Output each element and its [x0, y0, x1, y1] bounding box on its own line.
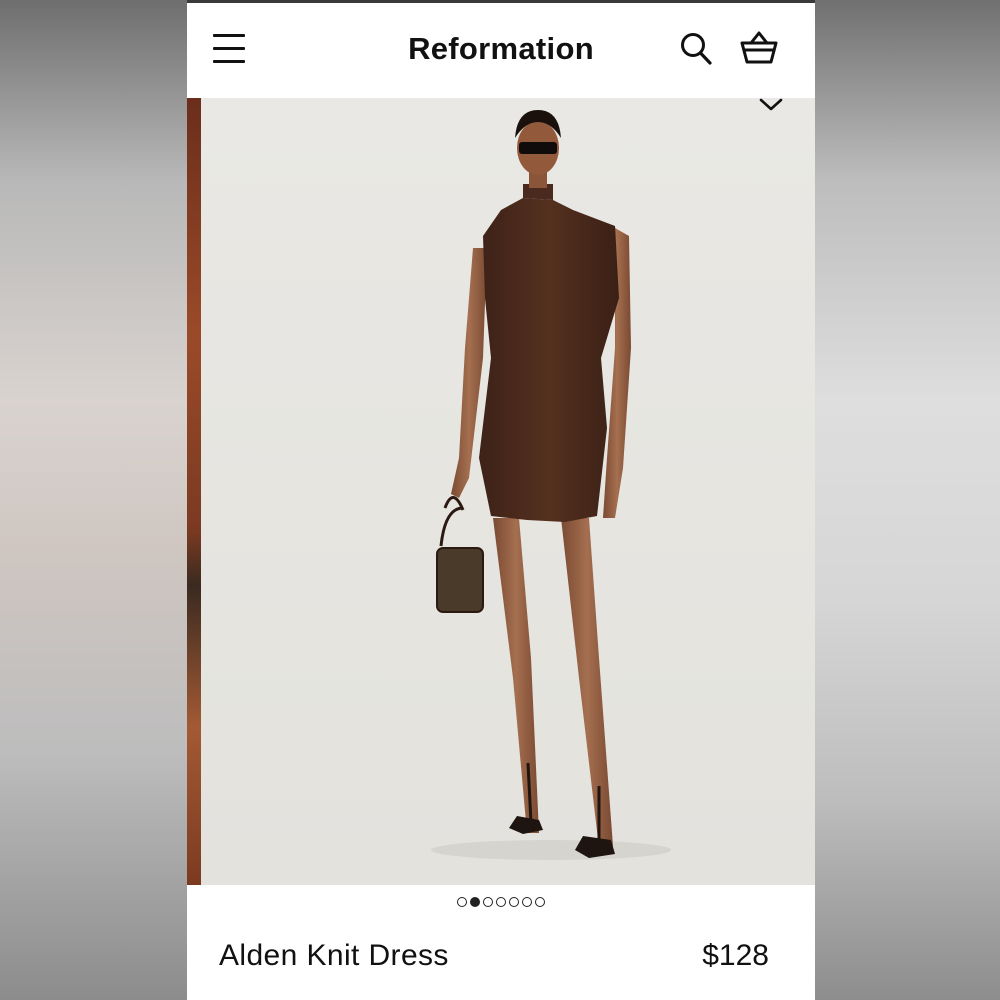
brand-logo[interactable]: Reformation [187, 31, 815, 67]
pagination-dot[interactable] [483, 897, 493, 907]
product-photo[interactable] [201, 98, 815, 885]
product-price: $128 [702, 939, 769, 972]
phone-screen: Reformation Alden Knit Dress $128 [187, 0, 815, 1000]
search-icon[interactable] [679, 31, 713, 67]
background-right-blur [815, 0, 1000, 1000]
pagination-dot[interactable] [522, 897, 532, 907]
gallery-pagination [187, 897, 815, 911]
pagination-dot[interactable] [509, 897, 519, 907]
product-image-gallery[interactable] [187, 98, 815, 885]
site-header: Reformation [187, 3, 815, 98]
pagination-dot[interactable] [496, 897, 506, 907]
pagination-dot[interactable] [470, 897, 480, 907]
background-left-blur [0, 0, 187, 1000]
chevron-down-icon[interactable] [759, 98, 783, 112]
product-name: Alden Knit Dress [219, 939, 449, 972]
pagination-dot[interactable] [457, 897, 467, 907]
previous-image-peek[interactable] [187, 98, 201, 885]
pagination-dot[interactable] [535, 897, 545, 907]
shopping-basket-icon[interactable] [739, 29, 779, 67]
